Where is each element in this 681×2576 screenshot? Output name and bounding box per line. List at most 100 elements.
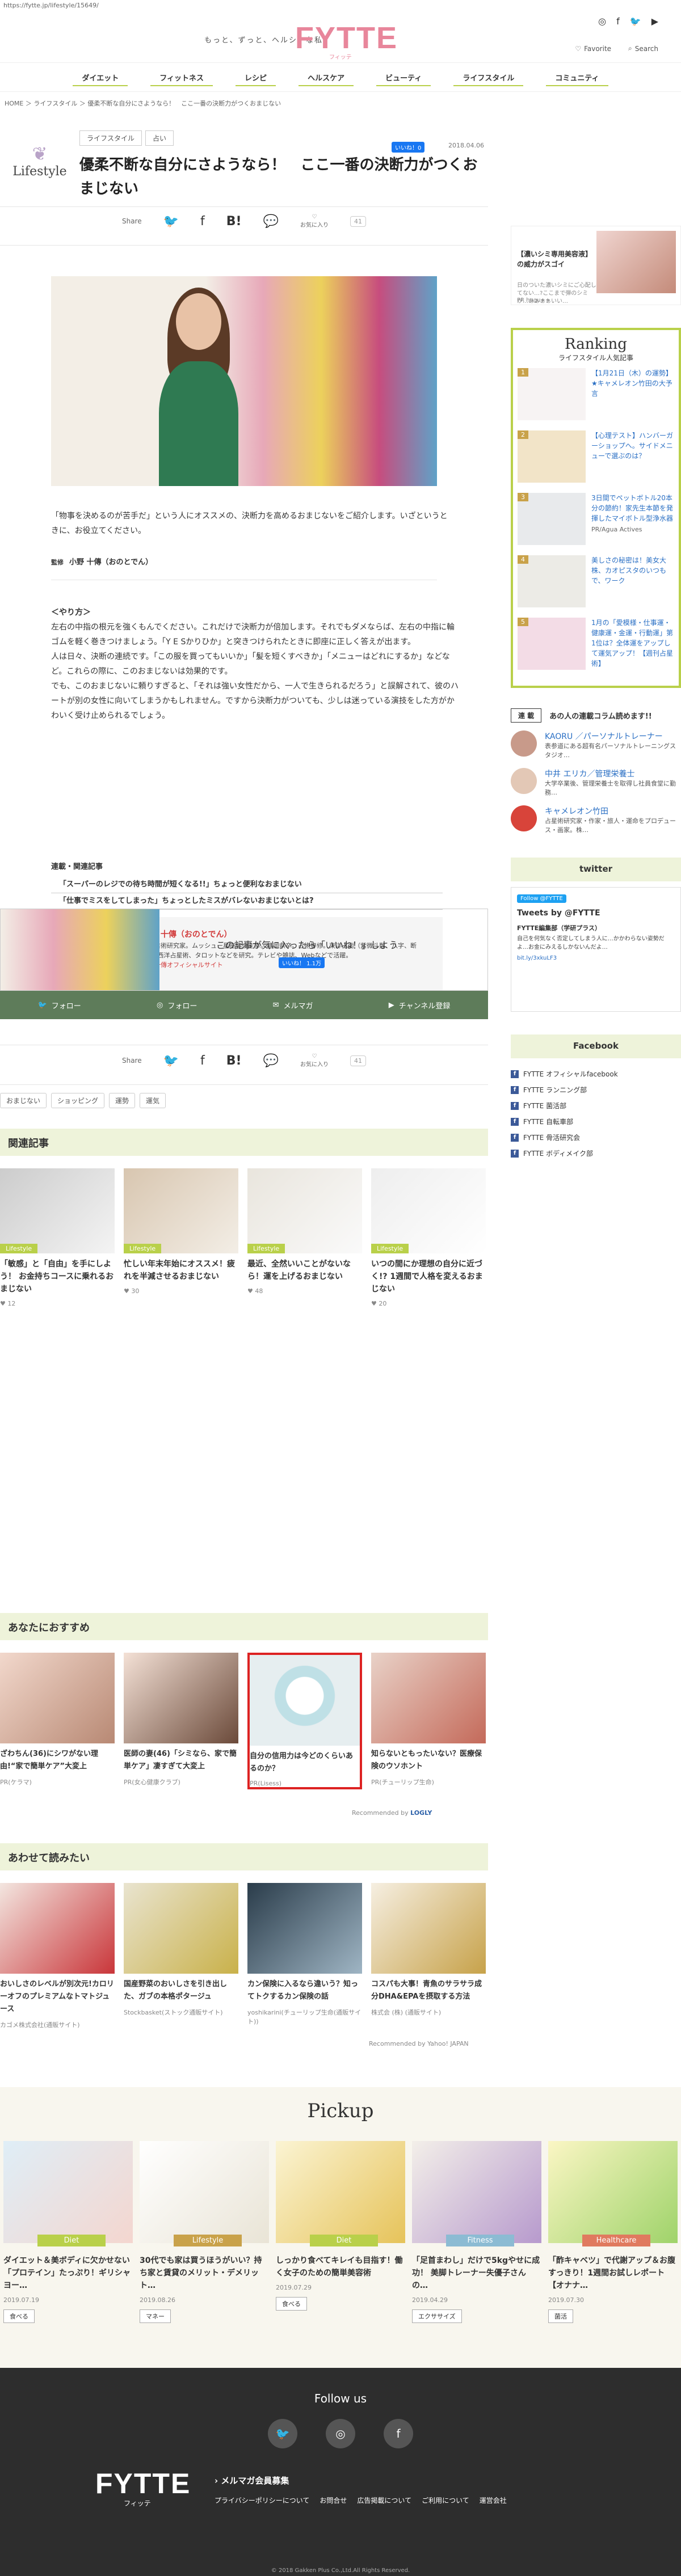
together-card[interactable]: 国産野菜のおいしさを引き出した、ガブの本格ポタージュ Stockbasket(ス…: [124, 1883, 238, 2029]
instagram-icon[interactable]: ◎: [598, 16, 606, 27]
facebook-share-icon[interactable]: f: [200, 214, 205, 229]
footer-link[interactable]: 運営会社: [480, 2495, 507, 2505]
instagram-icon[interactable]: ◎: [326, 2419, 355, 2448]
hatena-share-icon[interactable]: B!: [226, 214, 242, 229]
together-card[interactable]: カン保険に入るなら違いう？知ってトクするカン保険の話 yoshikarini(チ…: [247, 1883, 362, 2029]
keyword-tag[interactable]: ショッピング: [51, 1093, 105, 1108]
related-card[interactable]: Lifestyle 忙しい年末年始にオススメ！疲れを半減させるおまじない ♥ 3…: [124, 1168, 238, 1307]
pickup-tag[interactable]: 食べる: [276, 2297, 307, 2311]
related-card[interactable]: Lifestyle 「敏感」と「自由」を手にしよう！ お金持ちコースに乗れるおま…: [0, 1168, 115, 1307]
card-image: [124, 1883, 238, 1974]
hatena-share-icon[interactable]: B!: [226, 1054, 242, 1068]
follow-twitter[interactable]: 🐦 フォロー: [38, 1000, 81, 1011]
card-image: Lifestyle: [0, 1168, 115, 1253]
together-card[interactable]: おいしさのレベルが別次元!カロリーオフのプレミアムなトマトジュース カゴメ株式会…: [0, 1883, 115, 2029]
pickup-tag[interactable]: 菌活: [548, 2309, 573, 2323]
nav-fitness[interactable]: フィットネス: [139, 62, 224, 92]
facebook-share-icon[interactable]: f: [200, 1054, 205, 1068]
facebook-link[interactable]: FYTTE 自転車部: [511, 1114, 681, 1130]
follow-youtube[interactable]: ▶ チャンネル登録: [389, 1000, 451, 1011]
favorite-button[interactable]: ♡ お気に入り: [300, 214, 329, 229]
ranking-item[interactable]: 1 【1月21日（木）の運勢】★キャメレオン竹田の大予言: [518, 368, 674, 420]
page: https://fytte.jp/lifestyle/15649/ もっと、ずっ…: [0, 0, 681, 2576]
nav-lifestyle[interactable]: ライフスタイル: [442, 62, 535, 92]
tag-lifestyle[interactable]: ライフスタイル: [79, 130, 142, 146]
twitter-icon[interactable]: 🐦: [268, 2419, 297, 2448]
serial-author[interactable]: 中井 エリカ／管理栄養士 大学卒業後、管理栄養士を取得し社員食堂に勤務…: [511, 768, 681, 797]
pickup-card[interactable]: Diet しっかり食べてキレイも目指す！働く女子のための簡単美容術 2019.0…: [272, 2141, 409, 2323]
search-link[interactable]: ⌕ Search: [628, 44, 658, 53]
pickup-card[interactable]: Diet ダイエット＆美ボディに欠かせない「プロテイン」たっぷり！ギリシャヨー……: [0, 2141, 136, 2323]
fb-like-button[interactable]: いいね！ 1.1万: [279, 957, 325, 968]
related-card[interactable]: Lifestyle いつの間にか理想の自分に近づく!? 1週間で人格を変えるおま…: [371, 1168, 486, 1307]
keyword-tag[interactable]: 運気: [140, 1093, 166, 1108]
related-cards: Lifestyle 「敏感」と「自由」を手にしよう！ お金持ちコースに乗れるおま…: [0, 1168, 488, 1307]
pickup-tag[interactable]: マネー: [140, 2309, 171, 2323]
favorite-button[interactable]: ♡ お気に入り: [300, 1053, 329, 1068]
ranking-item[interactable]: 4 美しさの秘密は！美女大株、カオピスタのいつもで、ワーク: [518, 555, 674, 607]
follow-instagram[interactable]: ◎ フォロー: [157, 1000, 197, 1011]
twitter-icon[interactable]: 🐦: [630, 16, 641, 27]
facebook-icon[interactable]: f: [384, 2419, 413, 2448]
twitter-share-icon[interactable]: 🐦: [163, 214, 179, 229]
pickup-tag[interactable]: エクササイズ: [412, 2309, 462, 2323]
facebook-link[interactable]: FYTTE 菌活部: [511, 1098, 681, 1114]
footer-link[interactable]: ご利用について: [422, 2495, 469, 2505]
facebook-icon[interactable]: f: [616, 16, 620, 27]
nav-diet[interactable]: ダイエット: [61, 62, 139, 92]
ranking-item[interactable]: 5 1月の「愛模様・仕事運・健康運・金運・行動運」第1位は？全体運をアップして運…: [518, 618, 674, 670]
site-footer: Follow us 🐦 ◎ f FYTTE フィッテ › メルマガ会員募集 プラ…: [0, 2368, 681, 2576]
tweet-link[interactable]: bit.ly/3xkuLF3: [517, 954, 675, 962]
heart-icon: ♥: [247, 1287, 253, 1295]
ranking-item[interactable]: 2 【心理テスト】ハンバーガーショップへ。サイドメニューで選ぶのは？: [518, 430, 674, 483]
footer-link[interactable]: プライバシーポリシーについて: [215, 2495, 309, 2505]
keyword-tag[interactable]: 運勢: [109, 1093, 136, 1108]
article-lead: 「物事を決めるのが苦手だ」という人にオススメの、決断力を高めるおまじないをご紹介…: [51, 512, 448, 535]
pickup-card[interactable]: Lifestyle 30代でも家は買うほうがいい？持ち家と賃貸のメリット・デメリ…: [136, 2141, 272, 2323]
pickup-tag[interactable]: 食べる: [3, 2309, 35, 2323]
facebook-link[interactable]: FYTTE 骨活研究会: [511, 1130, 681, 1146]
nav-beauty[interactable]: ビューティ: [365, 62, 442, 92]
sidebar-ad[interactable]: 【濃いシミ専用美容液】の威力がスゴイ 日のついた濃いシミにご心配してない…?ここ…: [511, 226, 681, 305]
recommend-heading: あなたにおすすめ: [0, 1613, 488, 1640]
related-link[interactable]: 「スーパーのレジでの待ち時間が短くなる!!」ちょっと便利なおまじない: [51, 877, 443, 893]
keyword-tag[interactable]: おまじない: [0, 1093, 47, 1108]
nav-community[interactable]: コミュニティ: [535, 62, 619, 92]
pickup-card[interactable]: Fitness 「足首まわし」だけで5kgやせに成功！ 美脚トレーナー失優子さん…: [409, 2141, 545, 2323]
twitter-follow-button[interactable]: Follow @FYTTE: [517, 894, 566, 903]
recommend-card[interactable]: 医師の妻(46)「シミなら、家で簡単ケア」凄すぎて大変上 PR(女心健康クラブ): [124, 1653, 238, 1789]
footer-link[interactable]: 広告掲載について: [357, 2495, 411, 2505]
youtube-icon[interactable]: ▶: [651, 16, 658, 27]
divider: [0, 206, 488, 207]
recommend-card[interactable]: 自分の信用力は今どのくらいあるのか？ PR(Lisess): [247, 1653, 362, 1789]
divider: [0, 1084, 488, 1085]
follow-mailmag[interactable]: ✉ メルマガ: [273, 1000, 313, 1011]
serial-author[interactable]: キャメレオン竹田 占星術研究家・作家・旅人・運命をプロデュース・画家。株…: [511, 805, 681, 835]
twitter-timeline[interactable]: Follow @FYTTE Tweets by @FYTTE FYTTE編集部（…: [511, 887, 681, 1012]
facebook-link[interactable]: FYTTE ランニング部: [511, 1082, 681, 1098]
footer-link[interactable]: お問合せ: [320, 2495, 347, 2505]
line-share-icon[interactable]: 💬: [263, 1054, 279, 1068]
nav-healthcare[interactable]: ヘルスケア: [287, 62, 365, 92]
ranking-item[interactable]: 3 3日間でペットボトル20本分の節約！家先生本節を発揮したマイボトル型浄水器 P…: [518, 493, 674, 545]
facebook-link[interactable]: FYTTE オフィシャルfacebook: [511, 1066, 681, 1082]
ranking-widget: Ranking ライフスタイル人気記事 1 【1月21日（木）の運勢】★キャメレ…: [511, 328, 681, 688]
together-card[interactable]: コスパも大事！青魚のサラサラ成分DHA&EPAを摂取する方法 株式会 (株) (…: [371, 1883, 486, 2029]
line-share-icon[interactable]: 💬: [263, 214, 279, 229]
facebook-link[interactable]: FYTTE ボディメイク部: [511, 1146, 681, 1162]
site-logo[interactable]: FYTTE: [295, 23, 398, 53]
card-image: [0, 1883, 115, 1974]
pickup-card[interactable]: Healthcare 「酢キャベツ」で代謝アップ＆お腹すっきり！1週間お試しレポ…: [545, 2141, 681, 2323]
favorite-link[interactable]: ♡ Favorite: [575, 44, 611, 53]
serial-author[interactable]: KAORU ／パーソナルトレーナー 表参道にある超有名パーソナルトレーニングスタジ…: [511, 730, 681, 760]
fb-like-button[interactable]: いいね！0: [392, 142, 425, 153]
twitter-share-icon[interactable]: 🐦: [163, 1054, 179, 1068]
related-link[interactable]: 「仕事でミスをしてしまった」ちょっとしたミスがバレないおまじないとは?: [51, 893, 443, 910]
related-card[interactable]: Lifestyle 最近、全然いいことがないなら！運を上げるおまじない ♥ 48: [247, 1168, 362, 1307]
mailmag-link[interactable]: › メルマガ会員募集: [215, 2474, 289, 2486]
nav-recipe[interactable]: レシピ: [224, 62, 287, 92]
recommend-card[interactable]: 知らないともったいない？医療保険のウソホント PR(チューリップ生命): [371, 1653, 486, 1789]
footer-logo[interactable]: FYTTE: [95, 2467, 191, 2500]
recommend-card[interactable]: ざわちん(36)にシワがない理由!“家で簡単ケア”大変上 PR(ケラマ): [0, 1653, 115, 1789]
tag-fortune[interactable]: 占い: [145, 130, 174, 146]
